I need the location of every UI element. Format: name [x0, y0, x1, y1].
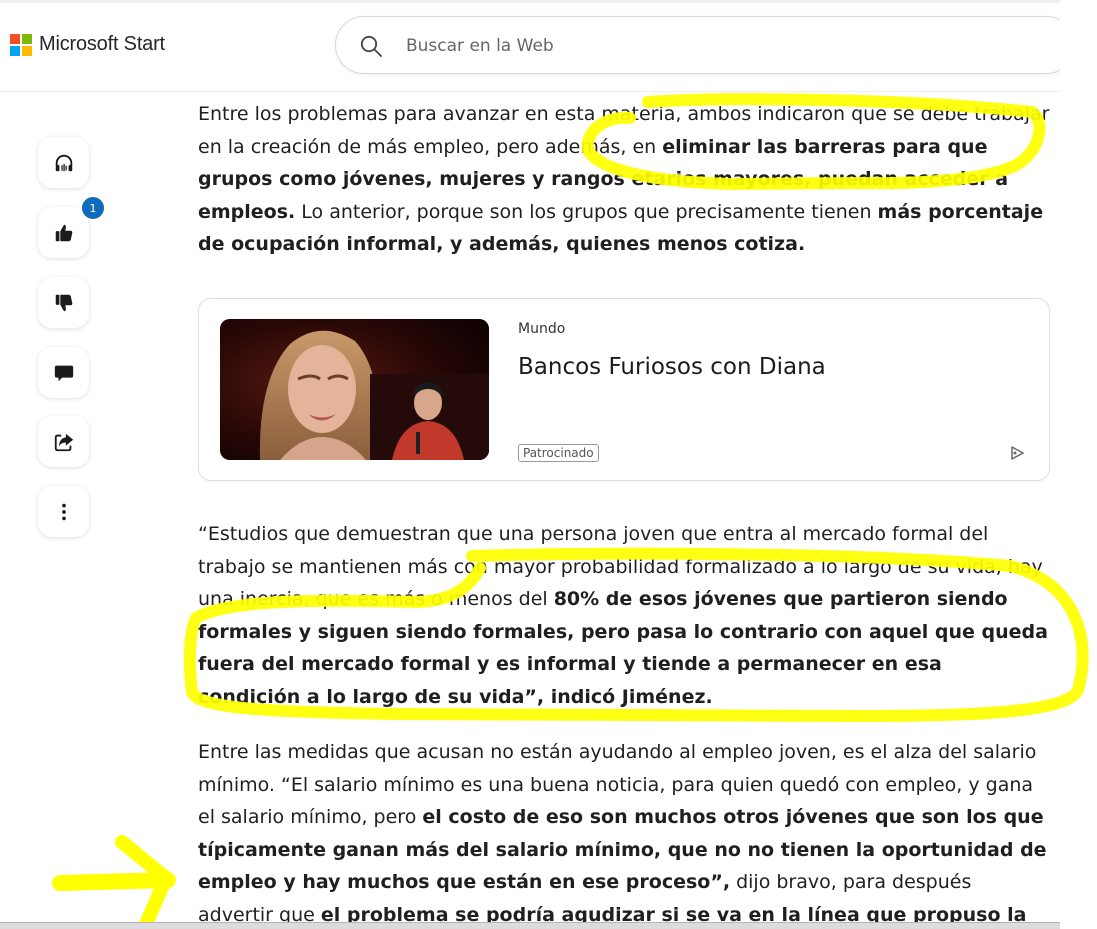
arrow-shaft	[52, 872, 176, 891]
microsoft-start-logo[interactable]: Microsoft Start	[10, 33, 165, 56]
more-vertical-icon	[61, 503, 66, 520]
thumbnail-image	[220, 319, 489, 460]
paragraph-text: Lo anterior, porque son los grupos que p…	[295, 200, 878, 223]
card-title[interactable]: Bancos Furiosos con Diana	[518, 354, 826, 380]
bottom-scrollbar-edge	[0, 922, 1060, 929]
article-paragraph-1: Entre los problemas para avanzar en esta…	[198, 98, 1050, 261]
search-box[interactable]	[335, 16, 1075, 74]
more-options-button[interactable]	[38, 486, 89, 537]
comment-icon	[54, 365, 73, 381]
thumbs-up-icon	[55, 224, 72, 241]
ad-choices-icon[interactable]	[1008, 444, 1026, 462]
article-paragraph-3: Entre las medidas que acusan no están ay…	[198, 736, 1050, 929]
arrow-head	[115, 835, 173, 929]
like-count-badge: 1	[80, 195, 106, 221]
sponsored-tag: Patrocinado	[518, 444, 599, 462]
share-icon	[54, 433, 73, 451]
search-icon[interactable]	[359, 34, 383, 58]
headphones-icon	[55, 154, 72, 171]
sponsored-card[interactable]: Mundo Bancos Furiosos con Diana Patrocin…	[198, 298, 1050, 481]
dislike-button[interactable]	[38, 277, 89, 328]
listen-button[interactable]	[38, 137, 89, 188]
sponsored-thumbnail[interactable]	[220, 319, 489, 460]
comment-button[interactable]	[38, 347, 89, 398]
brand-name: Microsoft Start	[39, 33, 165, 55]
top-header: Microsoft Start	[0, 0, 1075, 92]
thumbs-down-icon	[55, 294, 72, 311]
search-input[interactable]	[406, 34, 1006, 58]
article-paragraph-2: “Estudios que demuestran que una persona…	[198, 518, 1050, 713]
share-button[interactable]	[38, 416, 89, 467]
right-edge-blank	[1060, 0, 1097, 929]
header-top-border	[0, 0, 1060, 3]
microsoft-logo-icon	[10, 33, 32, 56]
card-category: Mundo	[518, 321, 566, 337]
